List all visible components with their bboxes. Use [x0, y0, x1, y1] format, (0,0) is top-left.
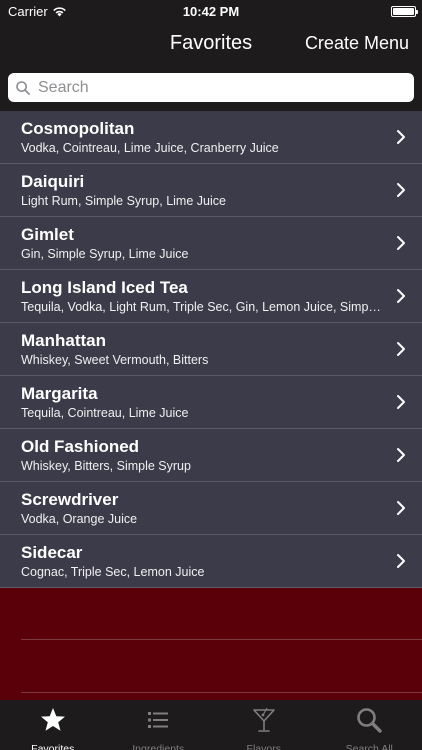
cocktail-ingredients: Cognac, Triple Sec, Lemon Juice: [21, 565, 205, 579]
row-separator: [21, 692, 422, 693]
tab-bar: Favorites Ingredients Flavors Search All: [0, 700, 422, 750]
cocktail-name: Gimlet: [21, 225, 74, 244]
create-menu-button[interactable]: Create Menu: [305, 22, 409, 66]
tab-ingredients[interactable]: Ingredients: [106, 700, 212, 750]
list-icon: [144, 706, 172, 739]
list-item[interactable]: Margarita Tequila, Cointreau, Lime Juice: [0, 376, 422, 429]
cocktail-name: Manhattan: [21, 331, 106, 350]
list-item[interactable]: Manhattan Whiskey, Sweet Vermouth, Bitte…: [0, 323, 422, 376]
list-item[interactable]: Old Fashioned Whiskey, Bitters, Simple S…: [0, 429, 422, 482]
star-icon: [39, 706, 67, 739]
carrier-label: Carrier: [8, 3, 48, 19]
cocktail-ingredients: Tequila, Vodka, Light Rum, Triple Sec, G…: [21, 300, 382, 314]
chevron-right-icon: [397, 554, 405, 568]
chevron-right-icon: [397, 395, 405, 409]
cocktail-ingredients: Gin, Simple Syrup, Lime Juice: [21, 247, 189, 261]
navigation-bar: Favorites Create Menu: [0, 22, 422, 66]
tab-label: Favorites: [31, 743, 75, 750]
cocktail-ingredients: Vodka, Orange Juice: [21, 512, 138, 526]
search-icon: [355, 706, 383, 739]
tab-favorites[interactable]: Favorites: [0, 700, 106, 750]
search-input[interactable]: [38, 78, 406, 97]
cocktail-ingredients: Whiskey, Bitters, Simple Syrup: [21, 459, 191, 473]
cocktail-name: Sidecar: [21, 543, 83, 562]
tab-label: Ingredients: [132, 743, 185, 750]
chevron-right-icon: [397, 183, 405, 197]
cocktail-name: Screwdriver: [21, 490, 119, 509]
chevron-right-icon: [397, 342, 405, 356]
cocktail-name: Old Fashioned: [21, 437, 140, 456]
search-icon: [16, 80, 30, 95]
search-bar: [0, 66, 422, 111]
chevron-right-icon: [397, 236, 405, 250]
martini-glass-icon: [250, 706, 278, 739]
list-item[interactable]: Daiquiri Light Rum, Simple Syrup, Lime J…: [0, 164, 422, 217]
chevron-right-icon: [397, 448, 405, 462]
list-item[interactable]: Long Island Iced Tea Tequila, Vodka, Lig…: [0, 270, 422, 323]
chevron-right-icon: [397, 501, 405, 515]
list-item[interactable]: Screwdriver Vodka, Orange Juice: [0, 482, 422, 535]
tab-label: Search All: [345, 743, 393, 750]
chevron-right-icon: [397, 289, 405, 303]
cocktail-ingredients: Vodka, Cointreau, Lime Juice, Cranberry …: [21, 141, 279, 155]
tab-flavors[interactable]: Flavors: [211, 700, 317, 750]
cocktail-name: Cosmopolitan: [21, 119, 135, 138]
cocktail-ingredients: Light Rum, Simple Syrup, Lime Juice: [21, 194, 226, 208]
battery-icon: [391, 5, 418, 17]
status-bar: Carrier 10:42 PM: [0, 0, 422, 22]
battery-level: [393, 7, 414, 15]
tab-label: Flavors: [246, 743, 281, 750]
cocktail-ingredients: Tequila, Cointreau, Lime Juice: [21, 406, 189, 420]
tab-search-all[interactable]: Search All: [317, 700, 422, 750]
list-item[interactable]: Cosmopolitan Vodka, Cointreau, Lime Juic…: [0, 111, 422, 164]
chevron-right-icon: [397, 130, 405, 144]
list-item[interactable]: Gimlet Gin, Simple Syrup, Lime Juice: [0, 217, 422, 270]
cocktail-name: Long Island Iced Tea: [21, 278, 188, 297]
cocktail-ingredients: Whiskey, Sweet Vermouth, Bitters: [21, 353, 209, 367]
cocktail-name: Margarita: [21, 384, 98, 403]
wifi-icon: [52, 6, 66, 16]
cocktail-name: Daiquiri: [21, 172, 85, 191]
list-item[interactable]: Sidecar Cognac, Triple Sec, Lemon Juice: [0, 535, 422, 588]
search-field[interactable]: [8, 73, 414, 102]
cocktail-list: Cosmopolitan Vodka, Cointreau, Lime Juic…: [0, 111, 422, 588]
row-separator: [21, 639, 422, 640]
